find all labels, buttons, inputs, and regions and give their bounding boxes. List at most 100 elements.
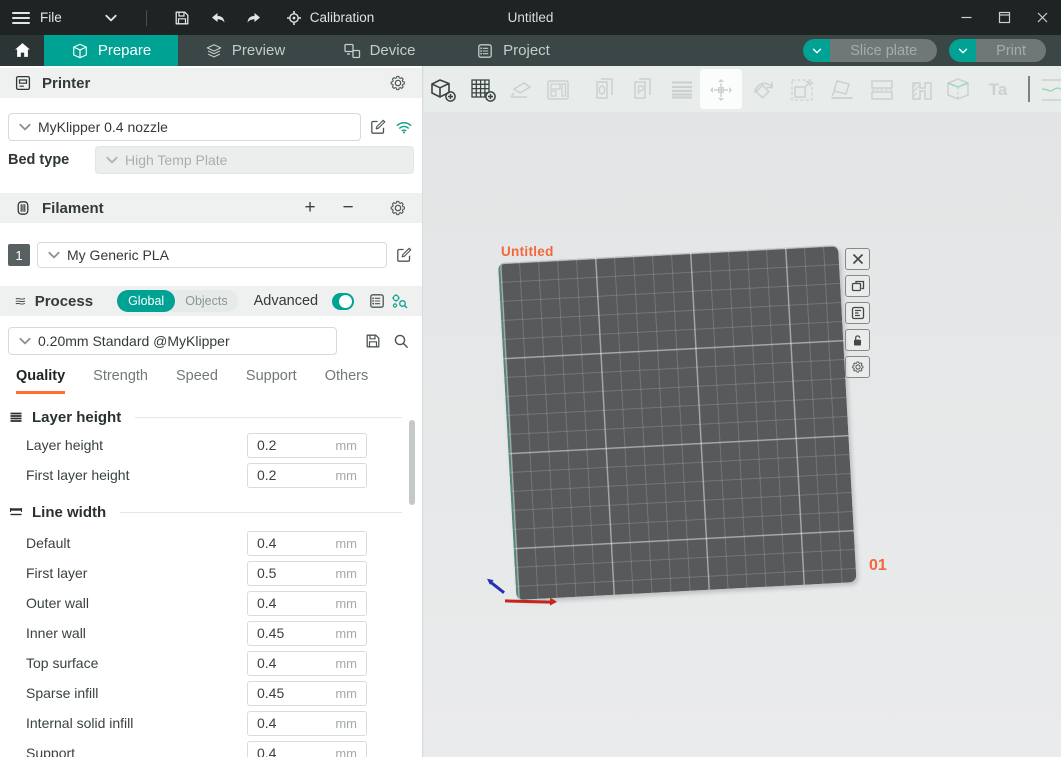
- line-width-outer-wall-input[interactable]: 0.4 mm: [247, 591, 367, 616]
- advanced-toggle[interactable]: [332, 293, 354, 310]
- scope-global[interactable]: Global: [117, 290, 175, 312]
- printer-connection-button[interactable]: [394, 117, 414, 137]
- line-width-default-input[interactable]: 0.4 mm: [247, 531, 367, 556]
- filament-slot-badge[interactable]: 1: [8, 244, 30, 266]
- first-layer-height-input[interactable]: 0.2 mm: [247, 463, 367, 488]
- tab-quality[interactable]: Quality: [16, 368, 65, 394]
- save-button[interactable]: [167, 5, 197, 31]
- layer-height-input[interactable]: 0.2 mm: [247, 433, 367, 458]
- lock-plate-button[interactable]: [845, 329, 870, 351]
- home-button[interactable]: [0, 35, 44, 66]
- scope-toggle[interactable]: Global Objects: [117, 290, 238, 312]
- line-width-sparse-infill-input[interactable]: 0.45 mm: [247, 681, 367, 706]
- filament-preset-select[interactable]: My Generic PLA: [37, 242, 387, 268]
- layer-height-icon: [8, 409, 24, 425]
- printer-settings-button[interactable]: [388, 73, 408, 93]
- redo-button[interactable]: [239, 5, 269, 31]
- hamburger-icon: [12, 12, 30, 24]
- param-row: Layer height 0.2 mm: [0, 432, 422, 458]
- mesh-boolean-button[interactable]: [941, 73, 975, 107]
- sidebar-scrollbar[interactable]: [409, 420, 415, 505]
- slice-options-dropdown[interactable]: [803, 39, 830, 62]
- color-painting-button[interactable]: [905, 73, 939, 107]
- x-axis-indicator: [505, 599, 551, 603]
- gear-icon: [389, 199, 407, 217]
- delete-plate-button[interactable]: [845, 248, 870, 270]
- close-button[interactable]: [1023, 0, 1061, 35]
- line-width-inner-wall-input[interactable]: 0.45 mm: [247, 621, 367, 646]
- file-menu-button[interactable]: File: [12, 5, 62, 31]
- filament-settings-button[interactable]: [388, 198, 408, 218]
- edit-printer-button[interactable]: [368, 117, 388, 137]
- print-options-dropdown[interactable]: [949, 39, 976, 62]
- plate-number-label: 01: [869, 557, 887, 575]
- tab-speed[interactable]: Speed: [176, 368, 218, 391]
- search-settings-button[interactable]: [391, 331, 411, 351]
- arrange-button[interactable]: [541, 73, 575, 107]
- seam-painting-button[interactable]: [1042, 73, 1061, 107]
- print-button[interactable]: Print: [949, 39, 1046, 62]
- add-plate-button[interactable]: [466, 73, 500, 107]
- scope-objects[interactable]: Objects: [175, 294, 237, 308]
- lay-flat-icon: [827, 75, 857, 105]
- plate-settings-button[interactable]: [845, 302, 870, 324]
- cut-tool-button[interactable]: [865, 73, 899, 107]
- prepare-icon: [71, 42, 89, 60]
- tab-device[interactable]: Device: [312, 35, 446, 66]
- add-cube-icon: [428, 75, 458, 105]
- add-object-button[interactable]: [426, 73, 460, 107]
- viewport-canvas[interactable]: Untitled 01: [424, 112, 1061, 757]
- plate-layout-icon: [851, 306, 865, 320]
- tab-prepare[interactable]: Prepare: [44, 35, 178, 66]
- auto-orient-button[interactable]: [504, 73, 538, 107]
- process-preset-select[interactable]: 0.20mm Standard @MyKlipper: [8, 327, 337, 355]
- tab-strength[interactable]: Strength: [93, 368, 148, 391]
- line-width-support-input[interactable]: 0.4 mm: [247, 741, 367, 757]
- slice-plate-button[interactable]: Slice plate: [803, 39, 937, 62]
- bed-type-select[interactable]: High Temp Plate: [95, 146, 414, 174]
- tab-others[interactable]: Others: [325, 368, 369, 391]
- maximize-button[interactable]: [985, 0, 1023, 35]
- parameter-list-button[interactable]: [368, 291, 386, 311]
- calibration-button[interactable]: Calibration: [285, 9, 375, 27]
- plate-name-label[interactable]: Untitled: [501, 244, 554, 259]
- line-width-first-layer-input[interactable]: 0.5 mm: [247, 561, 367, 586]
- lay-on-face-button[interactable]: [825, 73, 859, 107]
- tab-bar: Prepare Preview Device Project Slice pla…: [0, 35, 1061, 66]
- move-tool-button[interactable]: [704, 73, 738, 107]
- move-icon: [706, 75, 736, 105]
- compare-presets-button[interactable]: [390, 291, 408, 311]
- arrange-plate-button[interactable]: [845, 275, 870, 297]
- minimize-button[interactable]: [947, 0, 985, 35]
- gears-search-icon: [390, 292, 408, 310]
- save-preset-button[interactable]: [363, 331, 383, 351]
- line-width-group-header: Line width: [0, 501, 422, 523]
- undo-button[interactable]: [203, 5, 233, 31]
- tab-project[interactable]: Project: [446, 35, 580, 66]
- group-divider: [135, 417, 402, 418]
- line-width-internal-solid-input[interactable]: 0.4 mm: [247, 711, 367, 736]
- printer-preset-select[interactable]: MyKlipper 0.4 nozzle: [8, 113, 361, 141]
- plate-gear-button[interactable]: [845, 356, 870, 378]
- edit-filament-button[interactable]: [394, 245, 414, 265]
- remove-filament-button[interactable]: −: [338, 198, 358, 218]
- calibration-label: Calibration: [310, 10, 375, 25]
- tab-support[interactable]: Support: [246, 368, 297, 391]
- cut-icon: [867, 75, 897, 105]
- home-icon: [13, 41, 32, 60]
- add-filament-button[interactable]: +: [300, 198, 320, 218]
- tab-preview[interactable]: Preview: [178, 35, 312, 66]
- split-parts-icon: [629, 75, 659, 105]
- line-width-top-surface-input[interactable]: 0.4 mm: [247, 651, 367, 676]
- variable-layer-height-button[interactable]: [665, 73, 699, 107]
- rotate-tool-button[interactable]: [747, 73, 781, 107]
- split-to-parts-button[interactable]: [627, 73, 661, 107]
- viewport-3d[interactable]: Ta Untitled 01: [424, 66, 1061, 757]
- file-dropdown-button[interactable]: [96, 5, 126, 31]
- text-tool-button[interactable]: Ta: [981, 73, 1015, 107]
- split-to-objects-button[interactable]: [589, 73, 623, 107]
- param-row: Inner wall 0.45 mm: [0, 620, 422, 646]
- process-section-header: Process Global Objects Advanced: [0, 286, 422, 316]
- build-plate[interactable]: [498, 245, 857, 600]
- scale-tool-button[interactable]: [785, 73, 819, 107]
